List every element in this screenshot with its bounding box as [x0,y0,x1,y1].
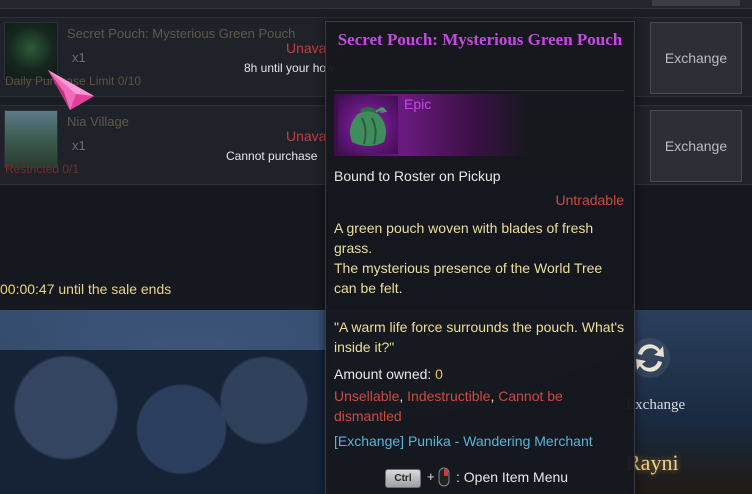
sale-timer: 00:00:47 until the sale ends [0,281,172,297]
tooltip-footer: Ctrl + : Open Item Menu [326,466,634,494]
row-title: Nia Village [67,114,129,129]
row-note: Cannot purchase [226,149,318,163]
open-item-menu-label: : Open Item Menu [456,469,569,485]
ctrl-key-icon: Ctrl [385,469,421,488]
pink-crystal-cursor-icon [48,70,94,110]
amount-value: 0 [435,366,443,382]
exchange-button[interactable]: Exchange [650,22,742,94]
amount-owned: Amount owned: 0 [334,366,443,382]
flag-separator: , [399,388,408,404]
item-description: A green pouch woven with blades of fresh… [334,218,626,298]
plus-sign: + [427,469,435,484]
nia-village-thumbnail [4,110,58,168]
amount-label: Amount owned: [334,366,436,382]
row-quantity: x1 [72,50,86,65]
foliage-art [0,350,330,494]
item-tooltip: Secret Pouch: Mysterious Green Pouch Epi… [325,21,635,494]
right-mouse-button-icon [438,467,450,487]
list-top-edge [0,0,752,9]
binding-text: Bound to Roster on Pickup [334,168,501,184]
game-screen: Secret Pouch: Mysterious Green Pouch x1 … [0,0,752,494]
exchange-button[interactable]: Exchange [650,110,742,182]
item-title: Secret Pouch: Mysterious Green Pouch [337,30,623,49]
top-tab[interactable] [652,0,740,6]
item-flags: Unsellable, Indestructible, Cannot be di… [334,386,626,426]
description-line: A green pouch woven with blades of fresh… [334,220,594,256]
item-source: [Exchange] Punika - Wandering Merchant [334,433,593,449]
row-note: 8h until your how [244,61,335,75]
row-quantity: x1 [72,138,86,153]
trade-status: Untradable [555,192,625,208]
row-title: Secret Pouch: Mysterious Green Pouch [67,26,296,41]
green-pouch-icon [338,96,398,154]
description-line: The mysterious presence of the World Tre… [334,260,603,296]
item-grade: Epic [404,96,432,112]
tooltip-divider [334,90,624,91]
row-limit: Restricted 0/1 [5,162,80,176]
flag-indestructible: Indestructible [407,388,491,404]
flag-unsellable: Unsellable [334,388,400,404]
item-quote: "A warm life force surrounds the pouch. … [334,319,625,355]
